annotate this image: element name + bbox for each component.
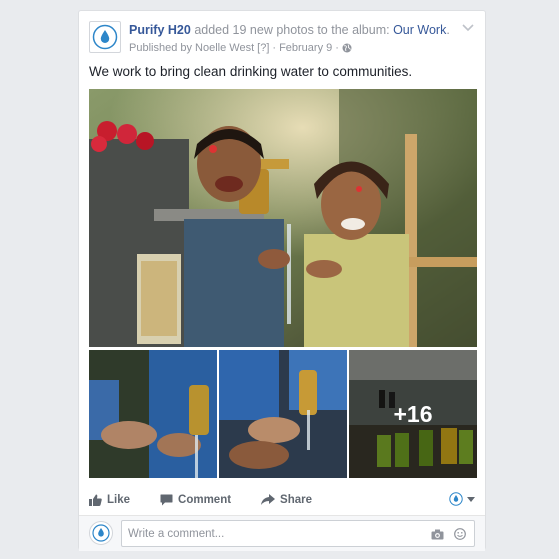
album-suffix: . [446,23,450,37]
emoji-button[interactable] [454,527,466,545]
share-label: Share [280,494,313,506]
water-drop-icon [92,24,118,50]
photo-thumbnail[interactable] [89,350,217,478]
photo-thumbnail-image [89,350,217,478]
caret-down-icon [467,496,475,502]
action-text: added 19 new photos to the album: [190,23,394,37]
share-button[interactable]: Share [261,494,312,506]
page-name-link[interactable]: Purify H20 [129,23,191,37]
meta-separator: · [272,42,277,54]
water-drop-icon [449,492,463,506]
post-as-selector[interactable] [449,492,475,506]
page-avatar[interactable] [89,21,121,53]
photo-thumbnail-image [219,350,347,478]
more-photos-count: +16 [349,350,477,478]
attach-photo-button[interactable] [431,527,444,545]
speech-bubble-icon [160,494,173,506]
chevron-down-icon [462,24,474,32]
meta-separator: · [335,42,339,54]
photo-thumbnails: +16 [89,350,477,478]
post-meta: Published by Noelle West [?] · February … [129,41,352,55]
comment-button[interactable]: Comment [160,494,231,506]
post-headline: Purify H20 added 19 new photos to the al… [129,22,450,38]
photo-thumbnail-more[interactable]: +16 [349,350,477,478]
globe-icon [342,43,352,53]
smiley-icon [454,528,466,540]
post-card: Purify H20 added 19 new photos to the al… [78,10,486,551]
camera-icon [431,529,444,540]
post-header: Purify H20 added 19 new photos to the al… [89,21,475,61]
share-arrow-icon [261,494,276,505]
main-photo[interactable] [89,89,477,347]
comment-bar [79,515,485,551]
comment-input-wrapper [121,520,475,547]
album-link[interactable]: Our Work [393,23,446,37]
help-marker[interactable]: [?] [257,41,269,55]
commenter-avatar [89,521,113,545]
comment-input[interactable] [122,521,402,546]
like-button[interactable]: Like [89,494,130,506]
published-by: Published by Noelle West [129,42,255,54]
post-date[interactable]: February 9 [279,41,332,55]
photo-thumbnail[interactable] [219,350,347,478]
comment-label: Comment [178,494,232,506]
main-photo-image [89,89,477,347]
post-actions: Like Comment Share [89,487,475,513]
like-label: Like [107,494,131,506]
water-drop-icon [92,524,110,542]
post-text: We work to bring clean drinking water to… [89,64,413,79]
post-options-button[interactable] [461,21,475,35]
thumbs-up-icon [89,494,102,506]
